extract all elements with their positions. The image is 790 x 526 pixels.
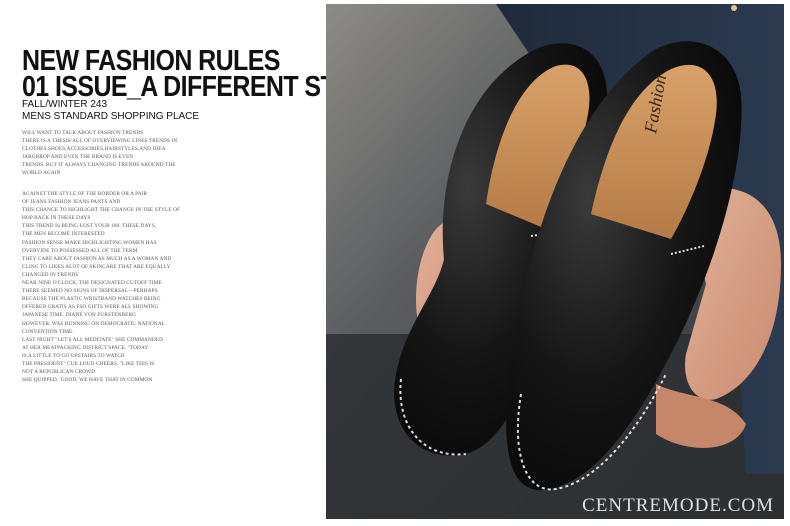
body-line: OVERVIDE TO POSSESSED ALL OF THE TERM	[22, 247, 138, 254]
body-line: NEAR NINE O'CLOCK, THE DESIGNATED CUTOFF…	[22, 280, 162, 287]
body-paragraph-1: WILL WANT TO TALK ABOUT FASHION TRENDS T…	[22, 129, 182, 178]
product-photo: Fashion CENTREMODE.COM	[326, 4, 784, 519]
body-line: THERE SEEMED NO SIGNS OF DISPERSAL—PERHA…	[22, 288, 158, 295]
loafers-illustration: Fashion	[326, 4, 784, 519]
body-line: JAPANESE TIME. DIANE VON FURSTENBERG	[22, 312, 137, 319]
body-line: JARGBROP AND EVEN THE BRAND IS EVEN	[22, 154, 134, 161]
body-line: HOWEVER, WAS RUNNING ON DEMOCRATIC NATIO…	[22, 320, 166, 327]
season-label: FALL/WINTER 243	[22, 99, 108, 110]
body-line: NOT A REPUBLICAN CROWD	[22, 369, 96, 376]
body-line: OFFERED GRATIS AS FSO GIFTS WERE ALL SHO…	[22, 304, 159, 311]
body-line: WORLD AGAIN	[22, 170, 61, 177]
body-line: CLOTHES,SHOES,ACCESSORIES,HAIRSTYLES,AND…	[22, 146, 166, 153]
body-line: OF JEANS FASHION JEANS PANTS AND	[22, 199, 121, 206]
tagline: MENS STANDARD SHOPPING PLACE	[22, 111, 200, 122]
body-line: CHANGED IN TRENDS	[22, 271, 79, 278]
body-line: AT HER MEATPACKING DISTRICT SPACE. "TODA…	[22, 344, 149, 351]
watermark: CENTREMODE.COM	[582, 495, 774, 516]
body-line: THIS TREND IS BEING LOST YOUR 180. THESE…	[22, 223, 157, 230]
body-line: THE PRESIDENT" CUE LOUD CHEERS. "LIKE TH…	[22, 360, 155, 367]
body-paragraph-2: AGAINST THE STYLE OF THE BORDER OR A PAI…	[22, 190, 182, 384]
body-line: WILL WANT TO TALK ABOUT FASHION TRENDS	[22, 130, 144, 136]
body-line: THERE IS A THESIS/ALL OF OVERVIEWING LIN…	[22, 138, 178, 145]
text-panel: NEW FASHION RULES 01 ISSUE_A DIFFERENT S…	[0, 0, 383, 526]
body-line: TRENDS. BUT IT ALWAYS CHANGING TRENDS AR…	[22, 162, 176, 169]
body-line: AGAINST THE STYLE OF THE BORDER OR A PAI…	[22, 191, 148, 197]
body-line: LAST NIGHT "LET'S ALL MEDITATE" SHE COMM…	[22, 336, 164, 343]
body-line: BECAUSE THE PLASTIC WRISTBAND WATCHES BE…	[22, 296, 161, 303]
body-line: HOP BACK IN THESE DAYS	[22, 215, 91, 222]
body-line: THE MEN BECOME INTERESTED	[22, 231, 105, 238]
body-line: FASHION SENSE MAKE HIGHLIGHTING WOMEN HA…	[22, 239, 157, 246]
body-line: CONVENTION TIME.	[22, 328, 74, 335]
body-line: SHE QUIPPED. 'GOOD, WE HAVE THAT IN COMM…	[22, 377, 153, 384]
body-line: THIS CHANGE TO HIGHLIGHT THE CHANGE IN T…	[22, 207, 182, 214]
body-line: IS A LITTLE TO GO UPSTAIRS TO WATCH	[22, 352, 125, 359]
shirt-button	[731, 5, 737, 11]
body-line: THEY CARE ABOUT FASHION AS MUCH AS A WOM…	[22, 255, 172, 262]
body-line: CLING TO LIKES ALOT OF SKINCARE THAT ARE…	[22, 263, 171, 270]
